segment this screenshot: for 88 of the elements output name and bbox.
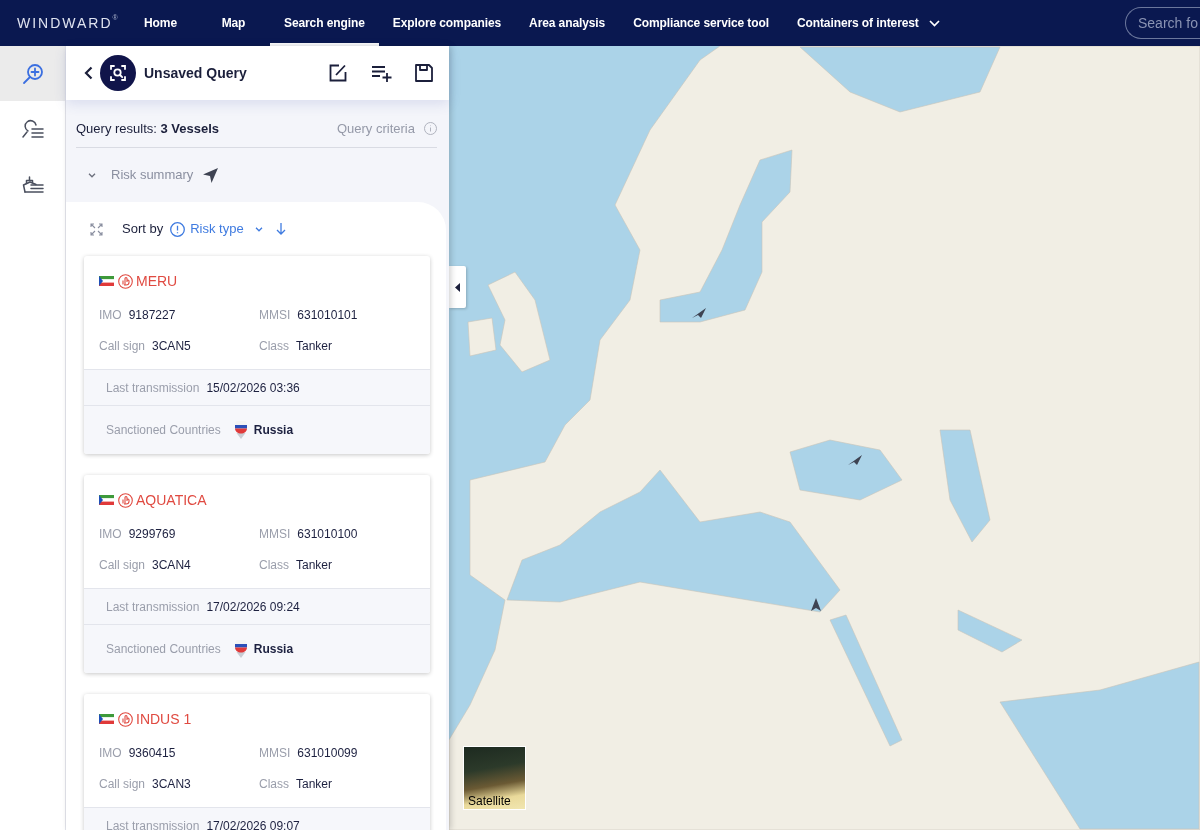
field-label: Class (259, 557, 289, 574)
search-list-icon (21, 118, 44, 139)
sort-direction-button[interactable] (275, 223, 286, 235)
search-field[interactable]: Search fo (1125, 7, 1200, 39)
collapse-panel-button[interactable] (449, 266, 466, 308)
field-value: Tanker (296, 776, 333, 793)
detail-label: Sanctioned Countries (106, 641, 221, 658)
vessel-name[interactable]: AQUATICA (136, 492, 207, 508)
hand-circle-icon (118, 273, 133, 289)
field-label: Class (259, 338, 289, 355)
arrow-marker-icon[interactable] (848, 455, 862, 465)
nav-tab[interactable]: Area analysis (515, 0, 620, 46)
info-icon (424, 122, 437, 135)
vessel-name[interactable]: MERU (136, 273, 178, 289)
field-label: IMO (99, 307, 122, 324)
field-label: IMO (99, 526, 122, 543)
vessel-card[interactable]: MERU IMO 9187227 MMSI 631010101 Call sign 3CAN5 Class Tanker Last transmission 15/02/2026 03:36 Sanctioned Countries Russia (84, 256, 430, 454)
nav-tab[interactable]: Explore companies (378, 0, 516, 46)
arrow-marker-icon[interactable] (692, 308, 706, 318)
nav-tab[interactable]: Compliance service tool (619, 0, 783, 46)
vessel-name[interactable]: INDUS 1 (136, 711, 192, 727)
field-label: Call sign (99, 557, 146, 574)
search-plus-icon (21, 62, 44, 85)
save-button[interactable] (415, 64, 433, 82)
field-value: 631010100 (297, 526, 358, 543)
country-name: Russia (253, 641, 294, 658)
expand-icon[interactable] (90, 222, 103, 236)
detail-label: Last transmission (106, 379, 200, 397)
field-value: Tanker (296, 557, 333, 574)
field-label: Class (259, 776, 289, 793)
field-value: 9187227 (128, 307, 176, 324)
vessel-card[interactable]: INDUS 1 IMO 9360415 MMSI 631010099 Call sign 3CAN3 Class Tanker Last transmission 17/02/2026 09:07 (84, 694, 430, 830)
field-value: Tanker (296, 338, 333, 355)
detail-label: Sanctioned Countries (106, 422, 221, 439)
field-value: 9360415 (128, 745, 176, 762)
chevron-down-icon (254, 226, 263, 232)
nav-dropdown[interactable]: Containers of interest (782, 0, 954, 46)
chevron-down-icon[interactable] (88, 172, 96, 178)
query-title: Unsaved Query (144, 63, 247, 83)
list-add-icon (372, 64, 392, 82)
field-value: 631010099 (297, 745, 358, 762)
hand-circle-icon (118, 492, 133, 508)
flag-icon (99, 276, 114, 286)
field-value: 3CAN3 (152, 776, 191, 793)
add-to-list-button[interactable] (372, 64, 392, 82)
field-value: 3CAN5 (152, 338, 191, 355)
detail-label: Last transmission (106, 598, 200, 616)
detail-value: 17/02/2026 09:24 (206, 598, 300, 616)
satellite-thumbnail (464, 747, 525, 809)
field-label: MMSI (259, 526, 291, 543)
field-label: Call sign (99, 338, 146, 355)
field-label: IMO (99, 745, 122, 762)
chevron-left-icon (83, 66, 93, 80)
flag-pin-icon (233, 421, 248, 439)
scan-search-icon (100, 55, 136, 91)
detail-label: Last transmission (106, 817, 200, 830)
country-name: Russia (253, 422, 294, 439)
chevron-down-icon (928, 19, 940, 27)
detail-value: 15/02/2026 03:36 (206, 379, 300, 397)
field-label: MMSI (259, 745, 291, 762)
arrow-down-icon (275, 223, 286, 235)
flag-icon (99, 714, 114, 724)
back-button[interactable] (82, 65, 94, 81)
field-label: MMSI (259, 307, 291, 324)
detail-value: 17/02/2026 09:07 (206, 817, 300, 830)
field-value: 3CAN4 (152, 557, 191, 574)
flag-icon (99, 495, 114, 505)
field-value: 9299769 (128, 526, 176, 543)
edit-button[interactable] (329, 64, 347, 82)
save-icon (415, 64, 433, 82)
nav-tab[interactable]: Map (197, 0, 270, 46)
nav-tab[interactable]: Home (124, 0, 197, 46)
sort-dropdown[interactable]: Risk type (190, 219, 263, 239)
ship-list-icon (21, 173, 44, 194)
flag-pin-icon (233, 640, 248, 658)
caret-left-icon (455, 282, 460, 292)
arrow-marker-icon[interactable] (811, 598, 821, 611)
alert-circle-icon (170, 221, 186, 237)
satellite-layer-toggle[interactable]: Satellite (463, 746, 526, 810)
field-label: Call sign (99, 776, 146, 793)
sort-label: Sort by (122, 220, 164, 239)
logo-text: WINDWARD (17, 15, 113, 32)
edit-icon (329, 64, 347, 82)
hand-circle-icon (118, 711, 133, 727)
query-results: Query results: 3 Vessels (76, 119, 220, 138)
vessel-card[interactable]: AQUATICA IMO 9299769 MMSI 631010100 Call sign 3CAN4 Class Tanker Last transmission 17/02/2026 09:24 Sanctioned Countries Russia (84, 475, 430, 673)
navigation-arrow-icon (203, 167, 219, 183)
field-value: 631010101 (297, 307, 358, 324)
